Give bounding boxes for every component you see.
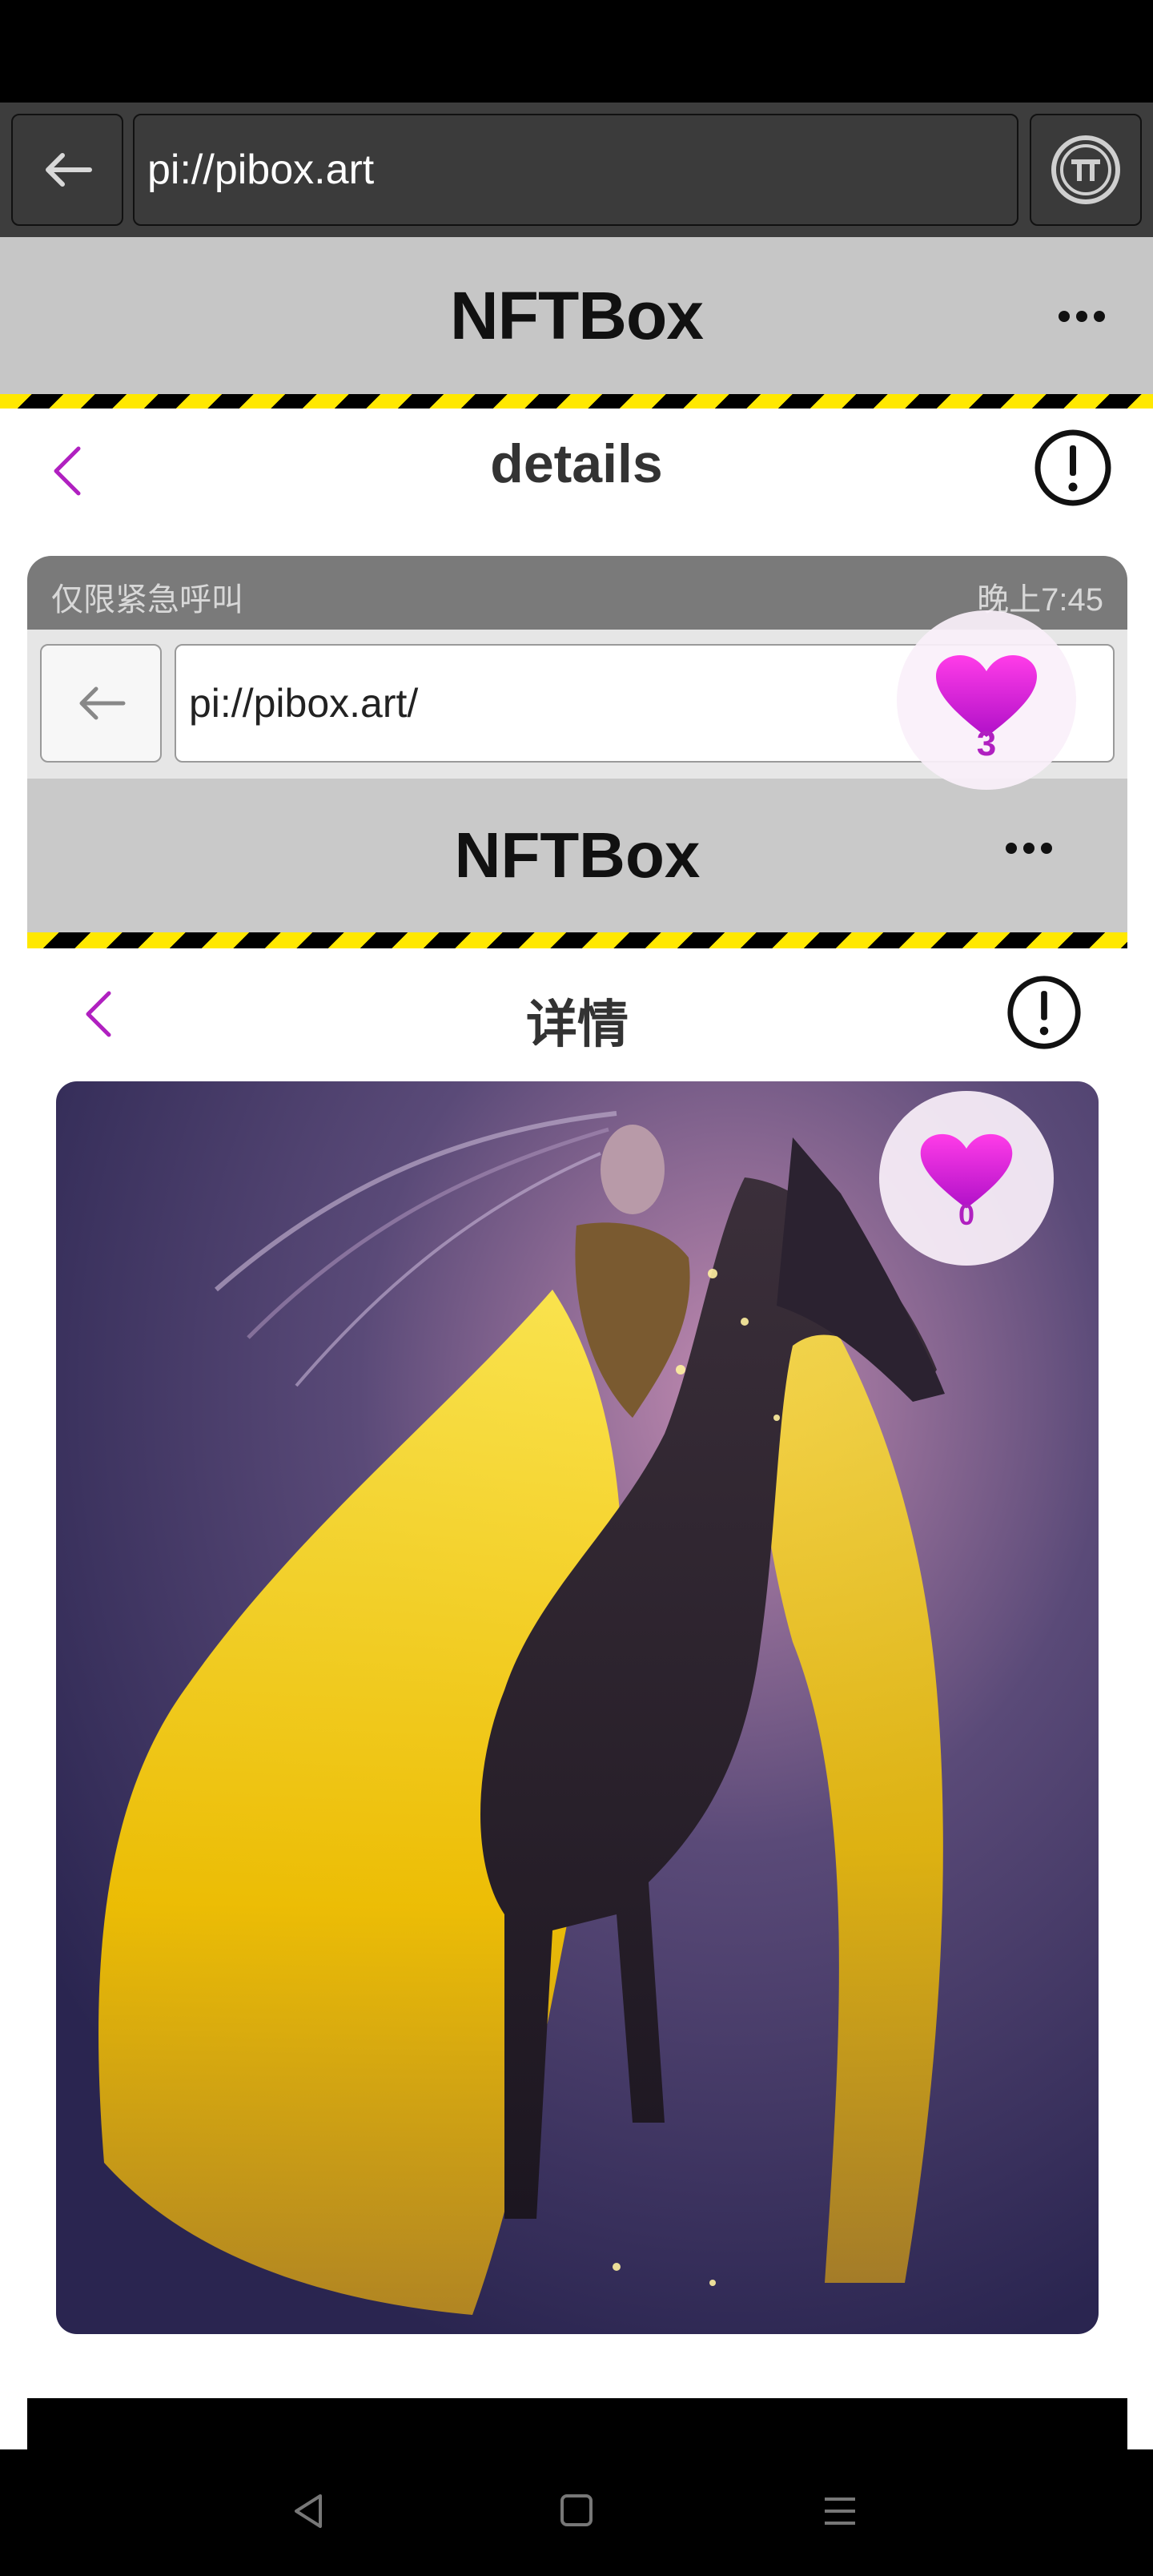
- url-text: pi://pibox.art: [147, 147, 375, 193]
- browser-back-button[interactable]: [11, 114, 123, 226]
- more-icon: [1006, 843, 1052, 854]
- nav-menu-icon[interactable]: [820, 2491, 860, 2531]
- embedded-more-icon: [1001, 820, 1057, 876]
- nft-artwork-image[interactable]: [56, 1081, 1099, 2334]
- nav-back-icon[interactable]: [288, 2491, 328, 2531]
- embedded-status-left: 仅限紧急呼叫: [51, 582, 243, 618]
- like-button[interactable]: 3: [897, 610, 1076, 790]
- embedded-hazard-stripe: [27, 932, 1127, 948]
- embedded-url-text: pi://pibox.art/: [189, 681, 419, 726]
- report-button[interactable]: [1033, 428, 1113, 508]
- details-title: details: [490, 433, 663, 494]
- app-header: NFTBox: [0, 237, 1153, 394]
- artwork-like-count: 0: [958, 1198, 975, 1231]
- app-title: NFTBox: [450, 277, 704, 353]
- system-nav-bar: [0, 2449, 1153, 2576]
- embedded-app-title: NFTBox: [454, 819, 701, 891]
- back-arrow-icon: [79, 686, 126, 720]
- more-menu-button[interactable]: [1054, 288, 1110, 344]
- embedded-nav-bar: [27, 2398, 1127, 2449]
- status-bar: [0, 0, 1153, 103]
- embedded-details-title: 详情: [526, 996, 629, 1053]
- alert-circle-icon: [1034, 429, 1111, 506]
- embedded-app-header: NFTBox: [27, 779, 1127, 932]
- nav-home-icon[interactable]: [559, 2493, 594, 2528]
- artwork-illustration: [56, 1081, 1099, 2334]
- artwork-like-button[interactable]: 0: [879, 1091, 1054, 1266]
- back-arrow-icon: [46, 153, 92, 187]
- more-icon: [1059, 311, 1105, 322]
- embedded-back-button: [40, 644, 162, 763]
- pi-browser-button[interactable]: [1030, 114, 1142, 226]
- alert-circle-icon: [1007, 976, 1081, 1049]
- browser-url-field[interactable]: pi://pibox.art: [133, 114, 1018, 226]
- like-count: 3: [976, 724, 997, 763]
- hazard-stripe: [0, 394, 1153, 409]
- pi-logo-icon: [1051, 135, 1120, 204]
- embedded-info: [1006, 974, 1083, 1051]
